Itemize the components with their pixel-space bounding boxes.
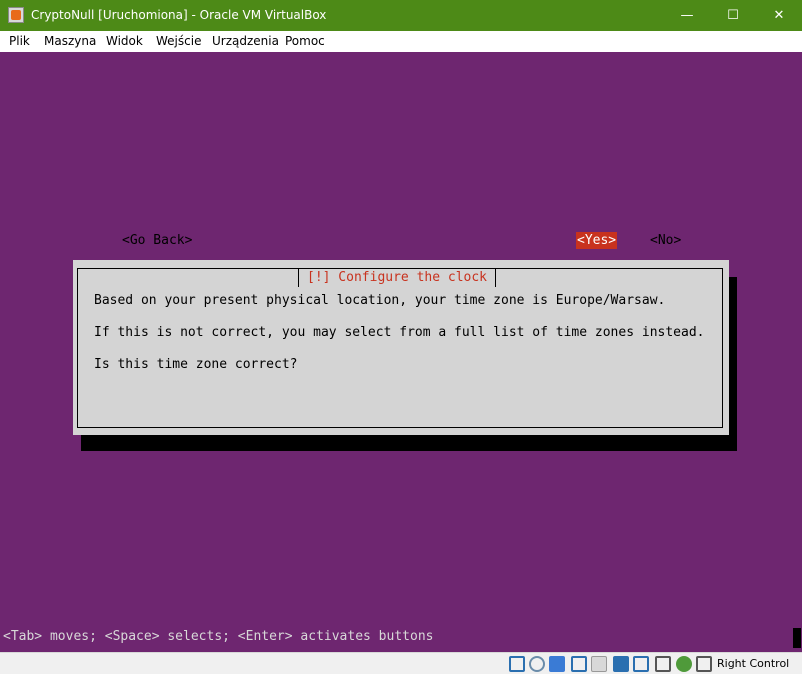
video-capture-icon[interactable] (655, 656, 671, 672)
hard-disk-icon[interactable] (509, 656, 525, 672)
terminal-cursor (793, 628, 801, 648)
audio-icon[interactable] (549, 656, 565, 672)
terminal-help-line: <Tab> moves; <Space> selects; <Enter> ac… (3, 629, 434, 644)
no-button[interactable]: <No> (649, 232, 682, 249)
dialog-line-question: Is this time zone correct? (94, 357, 298, 372)
host-key-label: Right Control (717, 657, 790, 670)
menu-bar: Plik Maszyna Widok Wejście Urządzenia Po… (0, 31, 802, 52)
menu-plik[interactable]: Plik (9, 34, 30, 48)
network-icon[interactable] (571, 656, 587, 672)
vm-screen[interactable]: [!] Configure the clock Based on your pr… (0, 52, 802, 652)
dialog-frame: [!] Configure the clock Based on your pr… (77, 268, 723, 428)
yes-button[interactable]: <Yes> (576, 232, 618, 249)
virtualbox-app-icon (8, 7, 24, 23)
vm-status-bar: Right Control (0, 652, 802, 674)
configure-clock-dialog: [!] Configure the clock Based on your pr… (73, 260, 729, 435)
cpu-icon[interactable] (676, 656, 692, 672)
go-back-button[interactable]: <Go Back> (121, 232, 193, 249)
optical-disc-icon[interactable] (529, 656, 545, 672)
menu-widok[interactable]: Widok (106, 34, 143, 48)
close-button[interactable]: ✕ (756, 0, 802, 31)
dialog-line-full-list: If this is not correct, you may select f… (94, 325, 705, 340)
display-icon[interactable] (633, 656, 649, 672)
maximize-button[interactable]: ☐ (710, 0, 756, 31)
shared-folder-icon[interactable] (613, 656, 629, 672)
mouse-integration-icon[interactable] (696, 656, 712, 672)
minimize-button[interactable]: — (664, 0, 710, 31)
usb-icon[interactable] (591, 656, 607, 672)
menu-wejscie[interactable]: Wejście (156, 34, 201, 48)
dialog-line-location: Based on your present physical location,… (94, 293, 666, 308)
dialog-title: [!] Configure the clock (298, 269, 497, 287)
window-title: CryptoNull [Uruchomiona] - Oracle VM Vir… (31, 8, 327, 22)
window-titlebar: CryptoNull [Uruchomiona] - Oracle VM Vir… (0, 0, 802, 31)
menu-maszyna[interactable]: Maszyna (44, 34, 96, 48)
menu-pomoc[interactable]: Pomoc (285, 34, 325, 48)
menu-urzadzenia[interactable]: Urządzenia (212, 34, 279, 48)
